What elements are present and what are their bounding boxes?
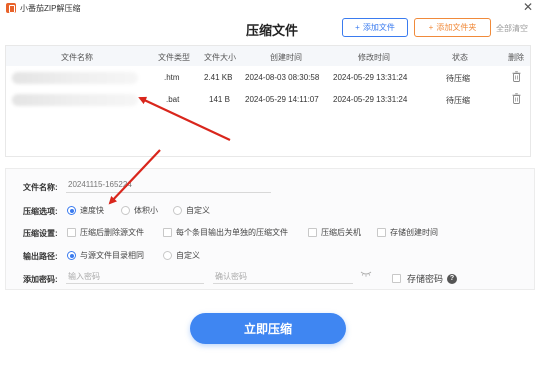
column-header-status: 状态 (452, 53, 468, 62)
checkbox-save-password[interactable]: 存储密码 ? (392, 272, 458, 285)
checkbox-separate-archives[interactable]: 每个条目输出为单独的压缩文件 (163, 227, 288, 238)
app-logo-icon (6, 3, 16, 13)
column-header-size: 文件大小 (204, 53, 236, 62)
add-folder-button[interactable]: + 添加文件夹 (414, 18, 491, 37)
add-file-button[interactable]: + 添加文件 (342, 18, 408, 37)
close-icon[interactable]: ✕ (523, 1, 533, 13)
file-status: 待压缩 (446, 96, 470, 105)
output-path-label: 输出路径: (23, 252, 58, 261)
blurred-file-name (12, 94, 138, 106)
radio-unchecked-icon (121, 206, 130, 215)
add-file-label: 添加文件 (362, 23, 395, 32)
radio-unchecked-icon (163, 251, 172, 260)
radio-checked-icon (67, 206, 76, 215)
trash-icon[interactable] (512, 93, 521, 104)
file-modified: 2024-05-29 13:31:24 (333, 73, 408, 82)
column-header-type: 文件类型 (158, 53, 190, 62)
checkbox-icon (163, 228, 172, 237)
radio-same-directory[interactable]: 与源文件目录相同 (67, 250, 144, 261)
file-table: 文件名称 文件类型 文件大小 创建时间 修改时间 状态 删除 .htm 2.41… (5, 45, 531, 157)
file-modified: 2024-05-29 13:31:24 (333, 95, 408, 104)
checkbox-label: 每个条目输出为单独的压缩文件 (176, 228, 288, 237)
table-row[interactable]: .bat 141 B 2024-05-29 14:11:07 2024-05-2… (6, 89, 530, 111)
blurred-file-name (12, 72, 138, 84)
checkbox-label: 压缩后删除源文件 (80, 228, 144, 237)
file-size: 2.41 KB (204, 73, 233, 82)
start-compress-button[interactable]: 立即压缩 (190, 313, 346, 344)
trash-icon[interactable] (512, 71, 521, 82)
clear-all-button[interactable]: 全部清空 (496, 23, 528, 34)
radio-custom-compress[interactable]: 自定义 (173, 205, 210, 216)
column-header-name: 文件名称 (61, 53, 93, 62)
table-row[interactable]: .htm 2.41 KB 2024-08-03 08:30:58 2024-05… (6, 67, 530, 89)
checkbox-icon (392, 274, 401, 283)
column-header-modified: 修改时间 (358, 53, 390, 62)
file-created: 2024-05-29 14:11:07 (245, 95, 319, 104)
file-type: .bat (166, 95, 180, 104)
plus-icon: + (355, 23, 360, 32)
checkbox-delete-source[interactable]: 压缩后删除源文件 (67, 227, 144, 238)
file-name-label: 文件名称: (23, 183, 58, 192)
checkbox-icon (67, 228, 76, 237)
file-name-input[interactable]: 20241115-165224 (66, 180, 271, 193)
file-size: 141 B (209, 95, 230, 104)
checkbox-label: 压缩后关机 (321, 228, 361, 237)
checkbox-shutdown[interactable]: 压缩后关机 (308, 227, 361, 238)
eye-closed-icon[interactable] (360, 270, 372, 278)
checkbox-icon (308, 228, 317, 237)
file-created: 2024-08-03 08:30:58 (245, 73, 320, 82)
radio-speed-fast[interactable]: 速度快 (67, 205, 104, 216)
column-header-created: 创建时间 (270, 53, 302, 62)
plus-icon: + (428, 23, 434, 32)
add-folder-label: 添加文件夹 (436, 23, 477, 32)
checkbox-label: 存储密码 (407, 274, 444, 284)
radio-checked-icon (67, 251, 76, 260)
radio-label: 与源文件目录相同 (80, 251, 144, 260)
file-type: .htm (164, 73, 180, 82)
column-header-delete: 删除 (508, 53, 524, 62)
checkbox-icon (377, 228, 386, 237)
password-input[interactable]: 输入密码 (66, 271, 204, 284)
checkbox-label: 存储创建时间 (390, 228, 438, 237)
password-label: 添加密码: (23, 275, 58, 284)
radio-label: 速度快 (80, 206, 104, 215)
radio-label: 自定义 (176, 251, 200, 260)
checkbox-store-created-time[interactable]: 存储创建时间 (377, 227, 438, 238)
radio-label: 体积小 (134, 206, 158, 215)
help-icon[interactable]: ? (447, 273, 458, 284)
radio-label: 自定义 (186, 206, 210, 215)
title-bar: 小番茄ZIP解压缩 ✕ (0, 0, 540, 16)
radio-custom-output[interactable]: 自定义 (163, 250, 200, 261)
compress-option-label: 压缩选项: (23, 207, 58, 216)
compress-settings-label: 压缩设置: (23, 229, 58, 238)
radio-unchecked-icon (173, 206, 182, 215)
page-title: 压缩文件 (246, 23, 299, 38)
file-status: 待压缩 (446, 74, 470, 83)
confirm-password-input[interactable]: 确认密码 (213, 271, 353, 284)
radio-small-size[interactable]: 体积小 (121, 205, 158, 216)
app-name: 小番茄ZIP解压缩 (20, 4, 81, 13)
table-header: 文件名称 文件类型 文件大小 创建时间 修改时间 状态 删除 (6, 46, 530, 66)
